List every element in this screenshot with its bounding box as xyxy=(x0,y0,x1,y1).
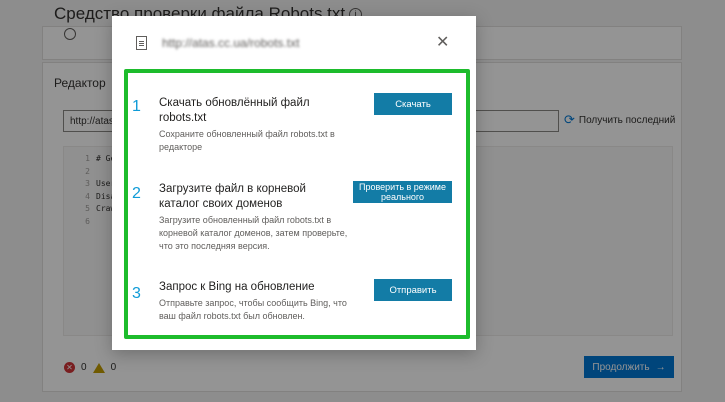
step-number: 1 xyxy=(132,98,141,115)
dialog-url: http://atas.cc.ua/robots.txt xyxy=(162,36,300,50)
step-description: Отправьте запрос, чтобы сообщить Bing, ч… xyxy=(159,298,347,321)
step-number: 3 xyxy=(132,285,141,302)
download-button[interactable]: Скачать xyxy=(374,93,452,115)
submit-button[interactable]: Отправить xyxy=(374,279,452,301)
submit-dialog: http://atas.cc.ua/robots.txt ✕ 1 Скачать… xyxy=(112,16,476,350)
document-icon xyxy=(136,36,147,50)
step-title: Запрос к Bing на обновление xyxy=(159,281,315,293)
close-icon[interactable]: ✕ xyxy=(436,32,449,52)
step-title: Загрузите файл в корневой каталог своих … xyxy=(159,183,306,210)
check-live-button[interactable]: Проверить в режиме реального xyxy=(353,181,452,203)
step-number: 2 xyxy=(132,185,141,202)
step-title: Скачать обновлённый файл robots.txt xyxy=(159,97,310,124)
steps-highlight: 1 Скачать обновлённый файл robots.txt Со… xyxy=(124,69,470,339)
step-description: Загрузите обновленный файл robots.txt в … xyxy=(159,215,348,251)
step-description: Сохраните обновленный файл robots.txt в … xyxy=(159,129,335,152)
